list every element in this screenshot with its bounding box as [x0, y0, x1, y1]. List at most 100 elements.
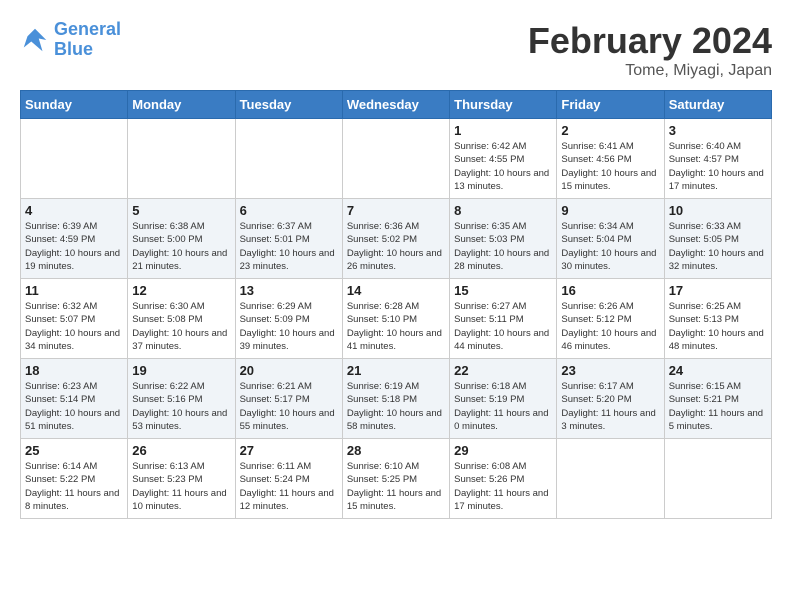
- day-number: 2: [561, 123, 659, 138]
- calendar-cell: 10 Sunrise: 6:33 AM Sunset: 5:05 PM Dayli…: [664, 199, 771, 279]
- calendar-cell: 28 Sunrise: 6:10 AM Sunset: 5:25 PM Dayli…: [342, 439, 449, 519]
- day-info: Sunrise: 6:10 AM Sunset: 5:25 PM Dayligh…: [347, 460, 445, 513]
- header-sunday: Sunday: [21, 91, 128, 119]
- calendar-cell: 9 Sunrise: 6:34 AM Sunset: 5:04 PM Daylig…: [557, 199, 664, 279]
- day-info: Sunrise: 6:23 AM Sunset: 5:14 PM Dayligh…: [25, 380, 123, 433]
- day-info: Sunrise: 6:33 AM Sunset: 5:05 PM Dayligh…: [669, 220, 767, 273]
- calendar-cell: 22 Sunrise: 6:18 AM Sunset: 5:19 PM Dayli…: [450, 359, 557, 439]
- calendar-body: 1 Sunrise: 6:42 AM Sunset: 4:55 PM Daylig…: [21, 119, 772, 519]
- day-info: Sunrise: 6:08 AM Sunset: 5:26 PM Dayligh…: [454, 460, 552, 513]
- logo: General Blue: [20, 20, 121, 60]
- header-monday: Monday: [128, 91, 235, 119]
- calendar-week-0: 1 Sunrise: 6:42 AM Sunset: 4:55 PM Daylig…: [21, 119, 772, 199]
- day-info: Sunrise: 6:35 AM Sunset: 5:03 PM Dayligh…: [454, 220, 552, 273]
- month-title: February 2024: [528, 20, 772, 62]
- calendar-cell: 29 Sunrise: 6:08 AM Sunset: 5:26 PM Dayli…: [450, 439, 557, 519]
- day-info: Sunrise: 6:27 AM Sunset: 5:11 PM Dayligh…: [454, 300, 552, 353]
- day-number: 9: [561, 203, 659, 218]
- calendar-cell: 4Sunrise: 6:39 AM Sunset: 4:59 PM Daylig…: [21, 199, 128, 279]
- header-saturday: Saturday: [664, 91, 771, 119]
- day-number: 18: [25, 363, 123, 378]
- day-number: 1: [454, 123, 552, 138]
- day-info: Sunrise: 6:37 AM Sunset: 5:01 PM Dayligh…: [240, 220, 338, 273]
- calendar-cell: 19 Sunrise: 6:22 AM Sunset: 5:16 PM Dayli…: [128, 359, 235, 439]
- calendar-cell: 11 Sunrise: 6:32 AM Sunset: 5:07 PM Dayli…: [21, 279, 128, 359]
- calendar-cell: 1 Sunrise: 6:42 AM Sunset: 4:55 PM Daylig…: [450, 119, 557, 199]
- day-number: 17: [669, 283, 767, 298]
- calendar-cell: 24 Sunrise: 6:15 AM Sunset: 5:21 PM Dayli…: [664, 359, 771, 439]
- day-number: 24: [669, 363, 767, 378]
- calendar-week-2: 11 Sunrise: 6:32 AM Sunset: 5:07 PM Dayli…: [21, 279, 772, 359]
- day-info: Sunrise: 6:41 AM Sunset: 4:56 PM Dayligh…: [561, 140, 659, 193]
- logo-icon: [20, 25, 50, 55]
- day-info: Sunrise: 6:34 AM Sunset: 5:04 PM Dayligh…: [561, 220, 659, 273]
- title-block: February 2024 Tome, Miyagi, Japan: [528, 20, 772, 80]
- day-info: Sunrise: 6:13 AM Sunset: 5:23 PM Dayligh…: [132, 460, 230, 513]
- day-number: 15: [454, 283, 552, 298]
- calendar-cell: 5Sunrise: 6:38 AM Sunset: 5:00 PM Daylig…: [128, 199, 235, 279]
- calendar-week-4: 25 Sunrise: 6:14 AM Sunset: 5:22 PM Dayli…: [21, 439, 772, 519]
- day-info: Sunrise: 6:18 AM Sunset: 5:19 PM Dayligh…: [454, 380, 552, 433]
- day-info: Sunrise: 6:28 AM Sunset: 5:10 PM Dayligh…: [347, 300, 445, 353]
- day-info: Sunrise: 6:19 AM Sunset: 5:18 PM Dayligh…: [347, 380, 445, 433]
- calendar-week-3: 18 Sunrise: 6:23 AM Sunset: 5:14 PM Dayli…: [21, 359, 772, 439]
- calendar-header-row: SundayMondayTuesdayWednesdayThursdayFrid…: [21, 91, 772, 119]
- calendar-cell: [664, 439, 771, 519]
- day-number: 11: [25, 283, 123, 298]
- day-info: Sunrise: 6:11 AM Sunset: 5:24 PM Dayligh…: [240, 460, 338, 513]
- page-header: General Blue February 2024 Tome, Miyagi,…: [20, 20, 772, 80]
- day-number: 7: [347, 203, 445, 218]
- day-info: Sunrise: 6:42 AM Sunset: 4:55 PM Dayligh…: [454, 140, 552, 193]
- day-info: Sunrise: 6:25 AM Sunset: 5:13 PM Dayligh…: [669, 300, 767, 353]
- calendar-cell: 8 Sunrise: 6:35 AM Sunset: 5:03 PM Daylig…: [450, 199, 557, 279]
- calendar-cell: 3 Sunrise: 6:40 AM Sunset: 4:57 PM Daylig…: [664, 119, 771, 199]
- day-number: 29: [454, 443, 552, 458]
- day-info: Sunrise: 6:36 AM Sunset: 5:02 PM Dayligh…: [347, 220, 445, 273]
- calendar-cell: 14 Sunrise: 6:28 AM Sunset: 5:10 PM Dayli…: [342, 279, 449, 359]
- day-number: 16: [561, 283, 659, 298]
- day-number: 6: [240, 203, 338, 218]
- day-number: 8: [454, 203, 552, 218]
- calendar-cell: 15 Sunrise: 6:27 AM Sunset: 5:11 PM Dayli…: [450, 279, 557, 359]
- day-info: Sunrise: 6:17 AM Sunset: 5:20 PM Dayligh…: [561, 380, 659, 433]
- calendar-cell: 23 Sunrise: 6:17 AM Sunset: 5:20 PM Dayli…: [557, 359, 664, 439]
- day-info: Sunrise: 6:15 AM Sunset: 5:21 PM Dayligh…: [669, 380, 767, 433]
- calendar-cell: 17 Sunrise: 6:25 AM Sunset: 5:13 PM Dayli…: [664, 279, 771, 359]
- day-info: Sunrise: 6:29 AM Sunset: 5:09 PM Dayligh…: [240, 300, 338, 353]
- calendar-cell: 18 Sunrise: 6:23 AM Sunset: 5:14 PM Dayli…: [21, 359, 128, 439]
- calendar-cell: [557, 439, 664, 519]
- header-friday: Friday: [557, 91, 664, 119]
- day-info: Sunrise: 6:26 AM Sunset: 5:12 PM Dayligh…: [561, 300, 659, 353]
- day-info: Sunrise: 6:14 AM Sunset: 5:22 PM Dayligh…: [25, 460, 123, 513]
- day-number: 19: [132, 363, 230, 378]
- logo-text: General Blue: [54, 20, 121, 60]
- calendar-cell: 21Sunrise: 6:19 AM Sunset: 5:18 PM Dayli…: [342, 359, 449, 439]
- day-info: Sunrise: 6:32 AM Sunset: 5:07 PM Dayligh…: [25, 300, 123, 353]
- day-number: 27: [240, 443, 338, 458]
- calendar-cell: 16 Sunrise: 6:26 AM Sunset: 5:12 PM Dayli…: [557, 279, 664, 359]
- day-number: 25: [25, 443, 123, 458]
- day-number: 20: [240, 363, 338, 378]
- calendar-cell: 26Sunrise: 6:13 AM Sunset: 5:23 PM Dayli…: [128, 439, 235, 519]
- calendar-cell: 2 Sunrise: 6:41 AM Sunset: 4:56 PM Daylig…: [557, 119, 664, 199]
- day-number: 3: [669, 123, 767, 138]
- day-info: Sunrise: 6:21 AM Sunset: 5:17 PM Dayligh…: [240, 380, 338, 433]
- header-tuesday: Tuesday: [235, 91, 342, 119]
- day-info: Sunrise: 6:40 AM Sunset: 4:57 PM Dayligh…: [669, 140, 767, 193]
- calendar-table: SundayMondayTuesdayWednesdayThursdayFrid…: [20, 90, 772, 519]
- day-info: Sunrise: 6:22 AM Sunset: 5:16 PM Dayligh…: [132, 380, 230, 433]
- header-thursday: Thursday: [450, 91, 557, 119]
- day-number: 28: [347, 443, 445, 458]
- day-number: 23: [561, 363, 659, 378]
- calendar-cell: [235, 119, 342, 199]
- day-number: 14: [347, 283, 445, 298]
- day-number: 10: [669, 203, 767, 218]
- day-number: 22: [454, 363, 552, 378]
- location-title: Tome, Miyagi, Japan: [528, 62, 772, 80]
- calendar-cell: 6 Sunrise: 6:37 AM Sunset: 5:01 PM Daylig…: [235, 199, 342, 279]
- day-info: Sunrise: 6:30 AM Sunset: 5:08 PM Dayligh…: [132, 300, 230, 353]
- calendar-cell: 13 Sunrise: 6:29 AM Sunset: 5:09 PM Dayli…: [235, 279, 342, 359]
- calendar-cell: 20 Sunrise: 6:21 AM Sunset: 5:17 PM Dayli…: [235, 359, 342, 439]
- calendar-cell: 27 Sunrise: 6:11 AM Sunset: 5:24 PM Dayli…: [235, 439, 342, 519]
- day-number: 13: [240, 283, 338, 298]
